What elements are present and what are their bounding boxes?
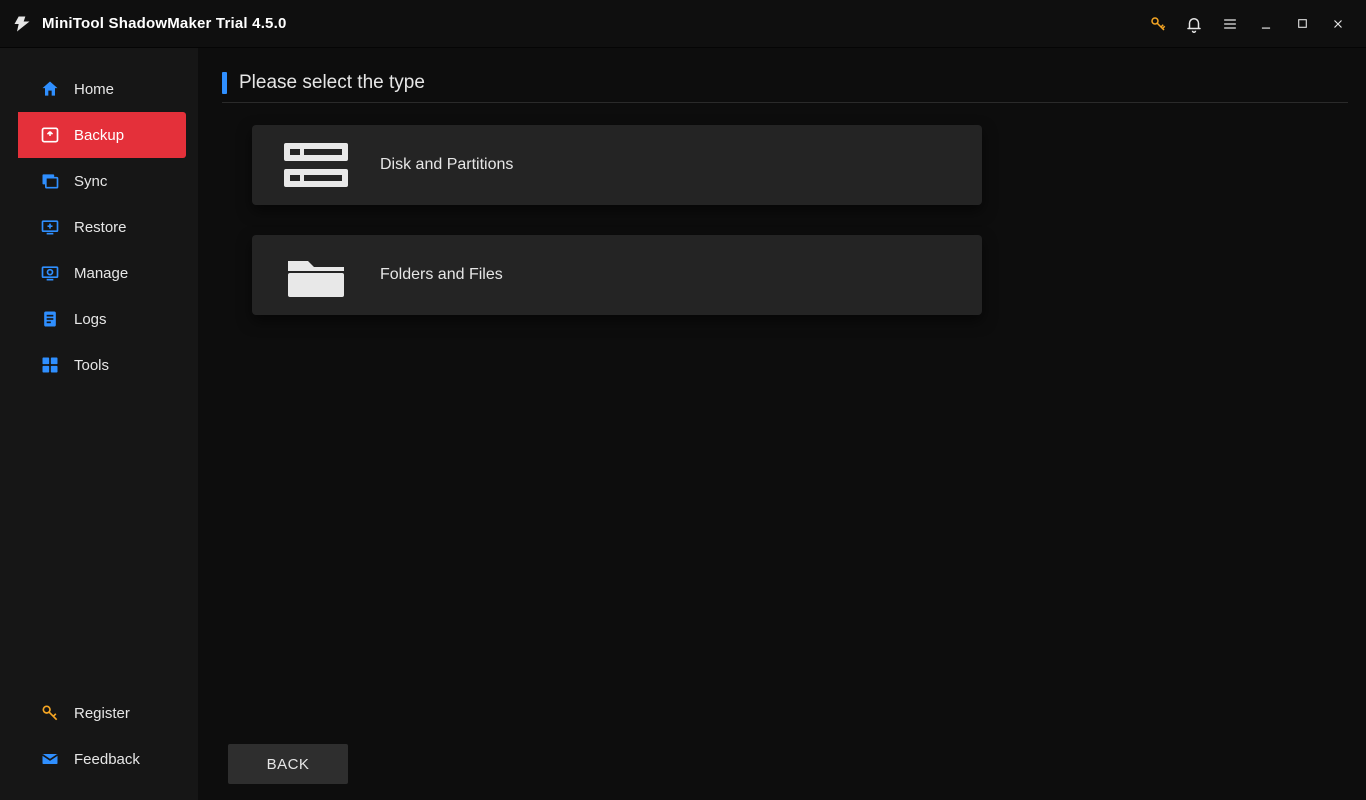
tools-icon — [40, 355, 60, 375]
title-divider — [222, 102, 1348, 103]
sidebar: Home Backup Sync — [0, 48, 198, 800]
notifications-icon[interactable] — [1176, 0, 1212, 48]
sidebar-item-label: Home — [74, 81, 114, 98]
window-close-icon[interactable] — [1320, 0, 1356, 48]
sidebar-item-register[interactable]: Register — [0, 690, 198, 736]
restore-icon — [40, 217, 60, 237]
menu-icon[interactable] — [1212, 0, 1248, 48]
sidebar-item-backup[interactable]: Backup — [18, 112, 186, 158]
register-key-icon[interactable] — [1140, 0, 1176, 48]
sidebar-item-tools[interactable]: Tools — [0, 342, 198, 388]
option-folders-and-files[interactable]: Folders and Files — [252, 235, 982, 315]
sidebar-item-label: Manage — [74, 265, 128, 282]
folder-icon — [280, 247, 352, 303]
sidebar-item-logs[interactable]: Logs — [0, 296, 198, 342]
manage-icon — [40, 263, 60, 283]
sidebar-item-label: Tools — [74, 357, 109, 374]
option-label: Disk and Partitions — [380, 156, 513, 174]
window-minimize-icon[interactable] — [1248, 0, 1284, 48]
back-button[interactable]: BACK — [228, 744, 348, 784]
main-panel: Please select the type Disk and Partitio… — [198, 48, 1366, 800]
sidebar-item-restore[interactable]: Restore — [0, 204, 198, 250]
logs-icon — [40, 309, 60, 329]
app-title: MiniTool ShadowMaker Trial 4.5.0 — [42, 15, 287, 32]
disk-partitions-icon — [280, 137, 352, 193]
option-label: Folders and Files — [380, 266, 503, 284]
mail-icon — [40, 749, 60, 769]
sidebar-item-home[interactable]: Home — [0, 66, 198, 112]
title-accent-bar — [222, 72, 227, 94]
sidebar-item-feedback[interactable]: Feedback — [0, 736, 198, 782]
window-maximize-icon[interactable] — [1284, 0, 1320, 48]
backup-icon — [40, 125, 60, 145]
sidebar-item-label: Feedback — [74, 751, 140, 768]
sidebar-item-sync[interactable]: Sync — [0, 158, 198, 204]
sidebar-item-manage[interactable]: Manage — [0, 250, 198, 296]
sidebar-item-label: Restore — [74, 219, 127, 236]
sync-icon — [40, 171, 60, 191]
sidebar-item-label: Sync — [74, 173, 107, 190]
key-icon — [40, 703, 60, 723]
option-disk-and-partitions[interactable]: Disk and Partitions — [252, 125, 982, 205]
app-logo-icon — [12, 14, 32, 34]
sidebar-item-label: Logs — [74, 311, 107, 328]
titlebar: MiniTool ShadowMaker Trial 4.5.0 — [0, 0, 1366, 48]
page-title: Please select the type — [239, 72, 425, 94]
sidebar-item-label: Register — [74, 705, 130, 722]
sidebar-item-label: Backup — [74, 127, 124, 144]
home-icon — [40, 79, 60, 99]
